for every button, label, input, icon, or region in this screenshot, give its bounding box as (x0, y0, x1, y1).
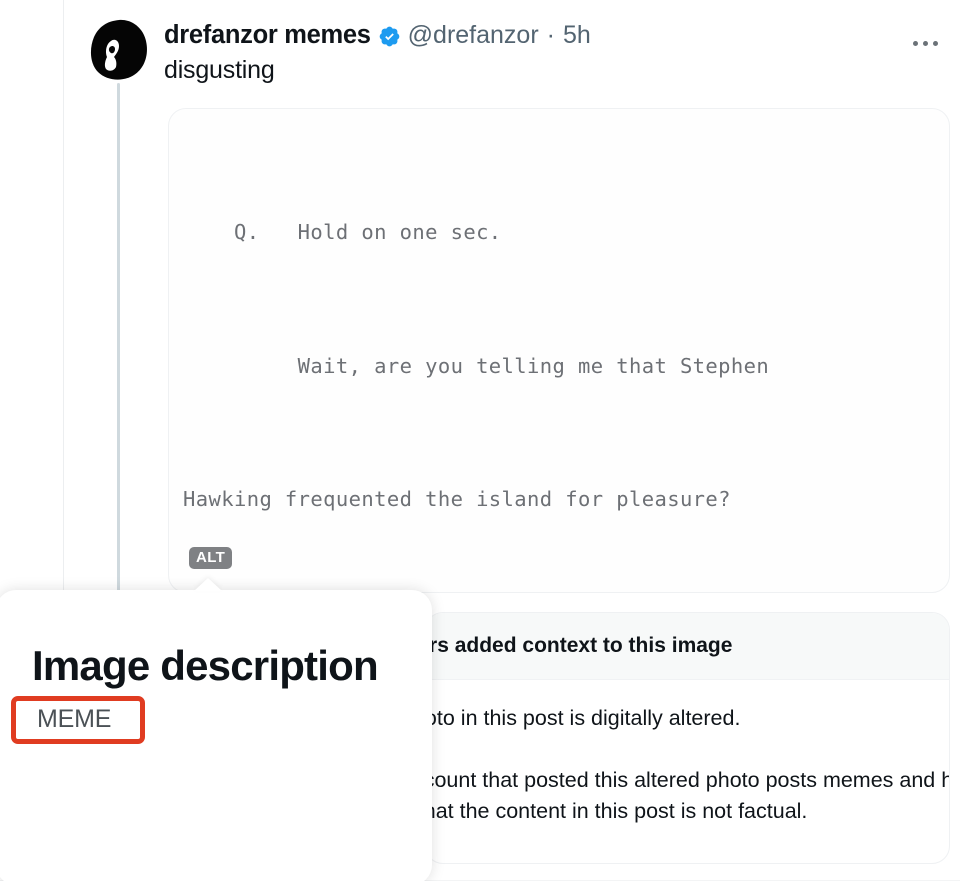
transcript-line: Wait, are you telling me that Stephen (183, 353, 770, 378)
attached-image-card[interactable]: Q. Hold on one sec. Wait, are you tellin… (168, 108, 950, 593)
community-note-paragraph-2-line-2: noted that the content in this post is n… (426, 799, 808, 823)
tweet-header: drefanzor memes @drefanzor · 5h (164, 21, 591, 50)
more-horizontal-icon[interactable] (903, 28, 947, 58)
image-description-value: MEME (37, 705, 112, 733)
community-note-header-text: Readers added context to this image (426, 634, 733, 657)
popup-pointer-arrow (194, 578, 222, 591)
community-note-paragraph-2-line-1: The account that posted this altered pho… (426, 768, 949, 792)
avatar[interactable] (89, 19, 149, 81)
user-handle[interactable]: @drefanzor (408, 21, 539, 50)
separator-dot: · (546, 21, 555, 49)
transcript-text: Q. Hold on one sec. Wait, are you tellin… (169, 109, 949, 592)
alt-badge-button[interactable]: ALT (189, 547, 233, 569)
thread-connector-line (117, 83, 120, 593)
display-name[interactable]: drefanzor memes (164, 21, 371, 50)
verified-badge-icon (378, 25, 401, 48)
transcript-line: Hawking frequented the island for pleasu… (183, 487, 731, 511)
tweet-container: drefanzor memes @drefanzor · 5h disgusti… (0, 0, 960, 881)
popup-title: Image description (32, 642, 379, 689)
community-note-card: Readers added context to this image The … (425, 612, 950, 864)
tweet-body-text: disgusting (164, 56, 275, 84)
community-note-body: The photo in this post is digitally alte… (426, 680, 949, 827)
community-note-paragraph-1: The photo in this post is digitally alte… (425, 706, 741, 730)
timestamp[interactable]: 5h (563, 21, 591, 50)
community-note-header: Readers added context to this image (426, 613, 949, 680)
tweet-screen: drefanzor memes @drefanzor · 5h disgusti… (0, 0, 960, 881)
transcript-line: Q. Hold on one sec. (183, 220, 502, 244)
